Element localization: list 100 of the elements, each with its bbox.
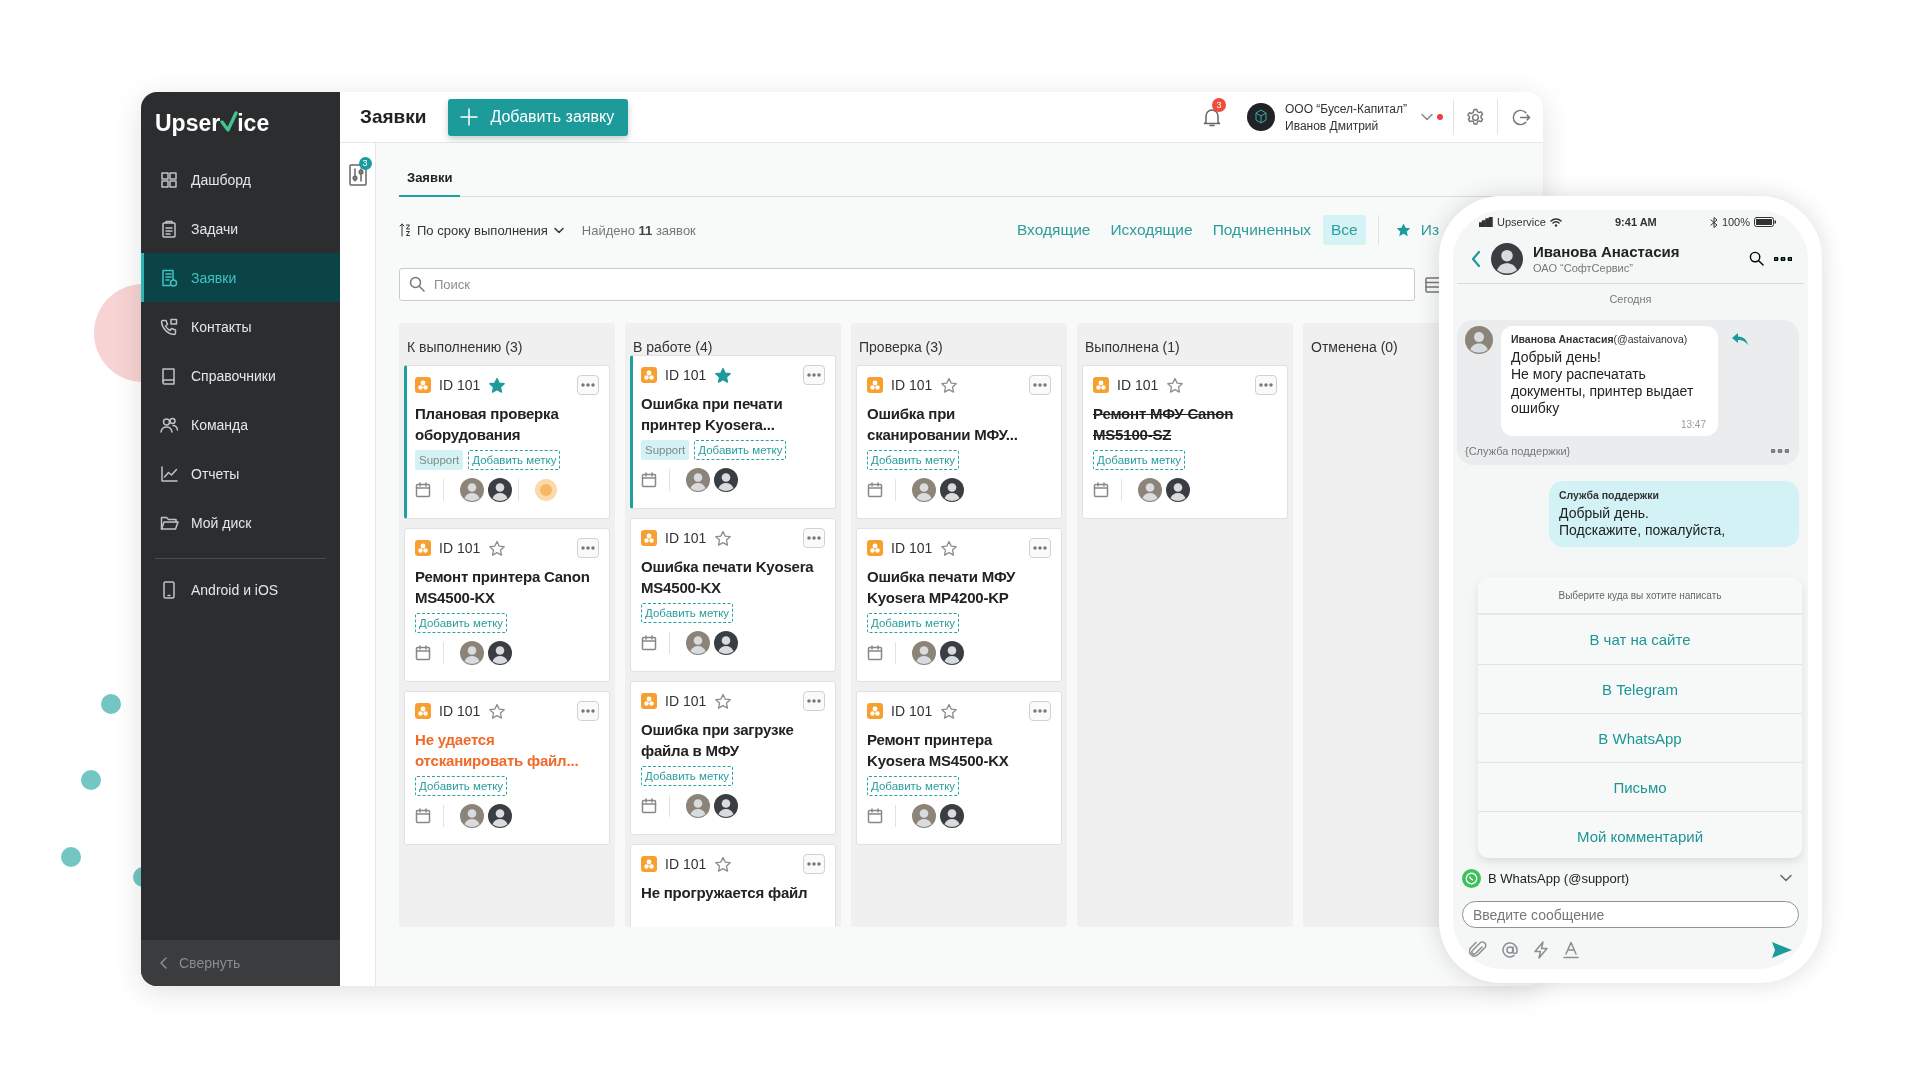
more-button[interactable]	[1255, 375, 1277, 395]
more-button[interactable]	[803, 691, 825, 711]
star-icon	[1394, 222, 1412, 238]
task-title: Ошибка при загрузке файла в МФУ	[641, 720, 795, 761]
sidebar-item[interactable]: Заявки	[141, 253, 340, 302]
add-tag-button[interactable]: Добавить метку	[867, 776, 960, 796]
search-field[interactable]: Поиск	[399, 268, 1415, 301]
add-button[interactable]: Добавить заявку	[448, 98, 629, 136]
star-icon[interactable]	[714, 529, 733, 547]
task-title: Ремонт принтера Canon MS4500-KX	[415, 567, 591, 608]
add-tag-button[interactable]: Добавить метку	[867, 450, 960, 470]
reply-icon[interactable]	[1732, 333, 1748, 345]
task-card[interactable]: ID 101 Ошибка печати МФУ Kyosera MP4200-KP Добавить метку	[856, 528, 1062, 682]
task-card[interactable]: ID 101 Ошибка при загрузке файла в МФУ Добавить метку	[630, 681, 836, 835]
sidebar-item[interactable]: Android и iOS	[141, 565, 340, 614]
more-button[interactable]	[803, 528, 825, 548]
task-card[interactable]: ID 101 Ошибка при печати принтер Kyosera... Support Добавить метку	[630, 355, 836, 509]
more-button[interactable]	[577, 701, 599, 721]
message-text: Добрый день! Не могу распечатать документы, принтер выдает ошибку	[1511, 349, 1695, 417]
add-tag-button[interactable]: Добавить метку	[694, 440, 787, 460]
avatar	[714, 794, 738, 818]
add-tag-button[interactable]: Добавить метку	[867, 613, 960, 633]
calendar-icon	[1093, 482, 1109, 498]
contact-company: ОАО “СофтСервис”	[1533, 262, 1634, 274]
sidebar-item[interactable]: Справочники	[141, 351, 340, 400]
avatar	[940, 804, 964, 828]
filter-tab[interactable]: Все	[1323, 215, 1366, 245]
more-button[interactable]	[1029, 375, 1051, 395]
logout-icon	[1512, 107, 1531, 127]
task-card[interactable]: ID 101 Плановая проверка оборудования Support Добавить метку	[404, 365, 610, 519]
task-card[interactable]: ID 101 Ремонт принтера Canon MS4500-KX Добавить метку	[404, 528, 610, 682]
menu-item[interactable]: В Telegram	[1478, 664, 1802, 713]
star-icon[interactable]	[940, 539, 959, 557]
task-card[interactable]: ID 101 Не прогружается файл	[630, 844, 836, 927]
task-card[interactable]: ID 101 Не удается отсканировать файл... Добавить метку	[404, 691, 610, 845]
sort-dropdown[interactable]: По сроку выполнения	[399, 222, 564, 238]
contact-name: Иванова Анастасия	[1533, 243, 1680, 260]
battery-icon	[1754, 217, 1776, 227]
logo: Upser ice	[154, 109, 270, 138]
collapse-button[interactable]: Свернуть	[141, 940, 340, 986]
task-card[interactable]: ID 101 Ошибка печати Kyosera MS4500-KX Добавить метку	[630, 518, 836, 672]
send-button[interactable]	[1772, 942, 1792, 958]
add-tag-button[interactable]: Добавить метку	[468, 450, 561, 470]
ellipsis-icon	[581, 709, 595, 713]
star-icon[interactable]	[714, 366, 733, 384]
star-icon[interactable]	[1166, 376, 1185, 394]
more-button[interactable]	[803, 365, 825, 385]
task-card[interactable]: ID 101 Ремонт принтера Kyosera MS4500-KX Добавить метку	[856, 691, 1062, 845]
plus-icon	[460, 108, 479, 126]
chevron-left-icon	[159, 957, 169, 969]
sidebar-item[interactable]: Контакты	[141, 302, 340, 351]
star-icon[interactable]	[714, 855, 733, 873]
add-tag-button[interactable]: Добавить метку	[415, 776, 508, 796]
favorites-tab[interactable]: Из	[1390, 221, 1443, 239]
star-icon[interactable]	[714, 692, 733, 710]
menu-item[interactable]: В чат на сайте	[1478, 615, 1802, 664]
more-button[interactable]	[1029, 538, 1051, 558]
filter-tab[interactable]: Исходящие	[1102, 215, 1201, 245]
menu-item[interactable]: Мой комментарий	[1478, 811, 1802, 858]
task-card[interactable]: ID 101 Ошибка при сканировании МФУ... Добавить метку	[856, 365, 1062, 519]
menu-item[interactable]: Письмо	[1478, 762, 1802, 811]
menu-item[interactable]: В WhatsApp	[1478, 713, 1802, 762]
task-title: Плановая проверка оборудования	[415, 404, 560, 445]
sidebar-item[interactable]: Мой диск	[141, 498, 340, 547]
task-id: ID 101	[439, 377, 481, 393]
star-icon[interactable]	[488, 702, 507, 720]
more-button[interactable]	[803, 854, 825, 874]
calendar-icon	[641, 798, 657, 814]
calendar-icon	[867, 808, 883, 824]
add-tag-button[interactable]: Добавить метку	[641, 603, 734, 623]
whatsapp-icon	[1462, 868, 1481, 888]
sidebar-item[interactable]: Дашборд	[141, 155, 340, 204]
star-icon[interactable]	[940, 702, 959, 720]
more-button[interactable]	[1029, 701, 1051, 721]
message-signature: {Служба поддержки}	[1465, 445, 1571, 457]
ticket-icon	[867, 703, 883, 719]
task-id: ID 101	[665, 856, 707, 872]
avatar	[460, 804, 484, 828]
ellipsis-icon	[1033, 546, 1047, 550]
task-card[interactable]: ID 101 Ремонт МФУ Canon MS5100-SZ Добавить метку	[1082, 365, 1288, 519]
sidebar-item[interactable]: Отчеты	[141, 449, 340, 498]
add-tag-button[interactable]: Добавить метку	[415, 613, 508, 633]
sidebar-item[interactable]: Команда	[141, 400, 340, 449]
star-icon[interactable]	[488, 539, 507, 557]
avatar	[460, 478, 484, 502]
filter-tab[interactable]: Подчиненных	[1204, 215, 1320, 245]
view-tab[interactable]: Заявки	[399, 160, 461, 197]
add-tag-button[interactable]: Добавить метку	[641, 766, 734, 786]
sidebar-item[interactable]: Задачи	[141, 204, 340, 253]
filter-tab[interactable]: Входящие	[1008, 215, 1099, 245]
star-icon[interactable]	[940, 376, 959, 394]
more-button[interactable]	[577, 538, 599, 558]
star-icon[interactable]	[488, 376, 507, 394]
message-input[interactable]: Введите сообщение	[1462, 901, 1799, 928]
task-title: Не прогружается файл	[641, 883, 809, 903]
channel-selector[interactable]: В WhatsApp (@support)	[1453, 858, 1808, 898]
add-tag-button[interactable]: Добавить метку	[1093, 450, 1186, 470]
chart-icon	[159, 463, 179, 484]
more-button[interactable]	[577, 375, 599, 395]
chevron-down-icon	[553, 226, 564, 234]
